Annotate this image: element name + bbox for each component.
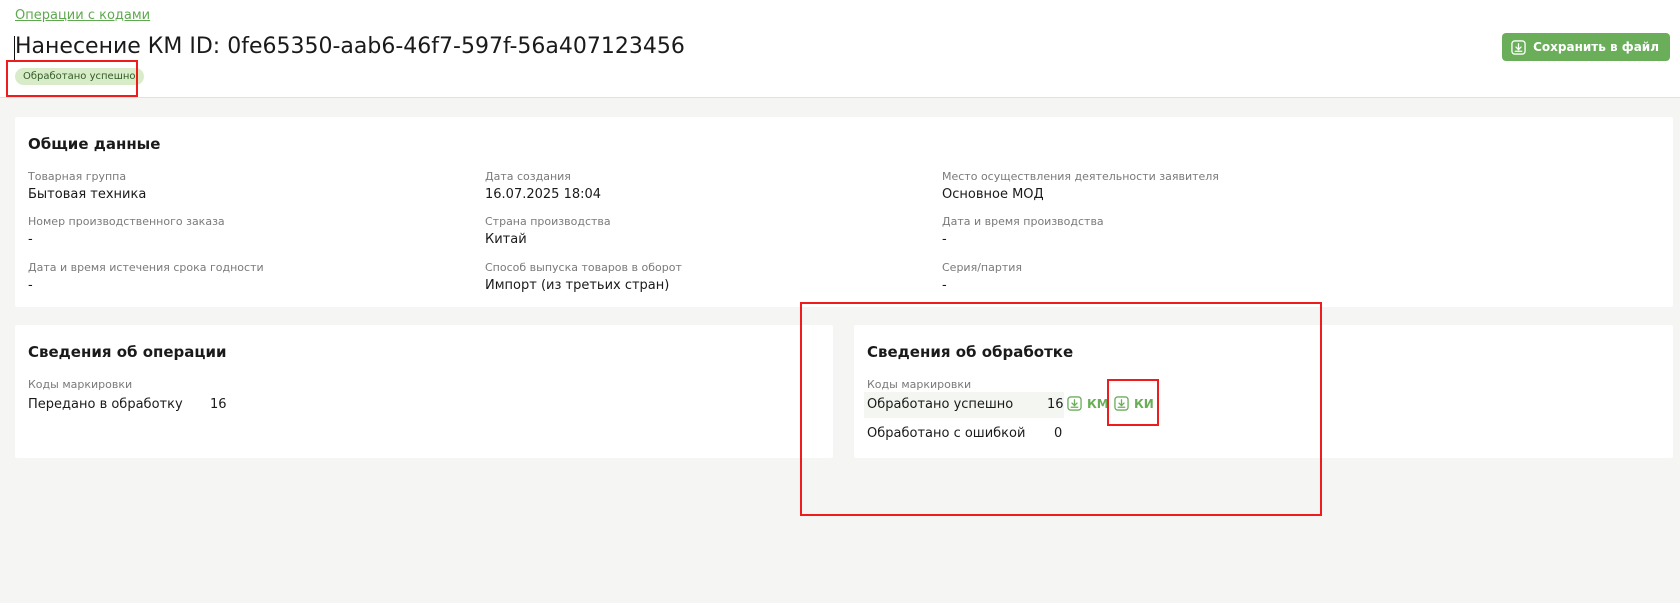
save-to-file-button[interactable]: Сохранить в файл — [1502, 33, 1670, 61]
general-data-card: Общие данные Товарная группа Бытовая тех… — [15, 117, 1673, 307]
field-production-order: Номер производственного заказа - — [28, 215, 225, 247]
transferred-count: 16 — [210, 397, 227, 412]
download-ki-link[interactable]: КИ — [1114, 396, 1154, 411]
download-icon — [1067, 396, 1082, 411]
field-label: Номер производственного заказа — [28, 215, 225, 228]
field-production-datetime: Дата и время производства - — [942, 215, 1104, 247]
download-ki-label: КИ — [1134, 396, 1154, 411]
field-value: - — [28, 232, 33, 247]
page-header: Операции с кодами Нанесение КМ ID: 0fe65… — [0, 0, 1680, 98]
field-label: Дата и время истечения срока годности — [28, 261, 264, 274]
field-product-group: Товарная группа Бытовая техника — [28, 170, 146, 202]
processing-info-title: Сведения об обработке — [867, 343, 1074, 361]
field-label: Дата и время производства — [942, 215, 1104, 228]
field-value: - — [942, 278, 947, 293]
field-series-batch: Серия/партия - — [942, 261, 1022, 293]
field-label: Дата создания — [485, 170, 571, 183]
field-value: - — [942, 232, 947, 247]
field-creation-date: Дата создания 16.07.2025 18:04 — [485, 170, 601, 202]
transferred-label: Передано в обработку — [28, 397, 183, 412]
field-label: Серия/партия — [942, 261, 1022, 274]
field-expiry-datetime: Дата и время истечения срока годности - — [28, 261, 264, 293]
processed-error-count: 0 — [1054, 426, 1063, 441]
field-activity-place: Место осуществления деятельности заявите… — [942, 170, 1219, 202]
field-label: Способ выпуска товаров в оборот — [485, 261, 682, 274]
field-value: Китай — [485, 232, 527, 247]
field-label: Место осуществления деятельности заявите… — [942, 170, 1219, 183]
processing-info-card: Сведения об обработке Коды маркировки Об… — [854, 325, 1673, 458]
field-value: Основное МОД — [942, 187, 1044, 202]
general-data-title: Общие данные — [28, 135, 161, 153]
codes-label: Коды маркировки — [28, 378, 133, 391]
field-country: Страна производства Китай — [485, 215, 611, 247]
processed-success-label: Обработано успешно — [867, 397, 1014, 412]
download-km-link[interactable]: КМ — [1067, 396, 1109, 411]
field-value: - — [28, 278, 33, 293]
codes-label: Коды маркировки — [867, 378, 972, 391]
download-icon — [1114, 396, 1129, 411]
processed-error-label: Обработано с ошибкой — [867, 426, 1026, 441]
operation-info-card: Сведения об операции Коды маркировки Пер… — [15, 325, 833, 458]
breadcrumb-link[interactable]: Операции с кодами — [15, 8, 150, 23]
page-title: Нанесение КМ ID: 0fe65350-aab6-46f7-597f… — [15, 34, 685, 59]
field-value: Бытовая техника — [28, 187, 147, 202]
field-label: Товарная группа — [28, 170, 127, 183]
status-badge: Обработано успешно — [15, 68, 144, 85]
processed-success-count: 16 — [1047, 397, 1064, 412]
field-release-method: Способ выпуска товаров в оборот Импорт (… — [485, 261, 682, 293]
download-km-label: КМ — [1087, 396, 1109, 411]
save-button-label: Сохранить в файл — [1533, 40, 1659, 54]
field-label: Страна производства — [485, 215, 611, 228]
operation-info-title: Сведения об операции — [28, 343, 227, 361]
download-icon — [1511, 39, 1526, 55]
field-value: Импорт (из третьих стран) — [485, 278, 670, 293]
field-value: 16.07.2025 18:04 — [485, 187, 602, 202]
